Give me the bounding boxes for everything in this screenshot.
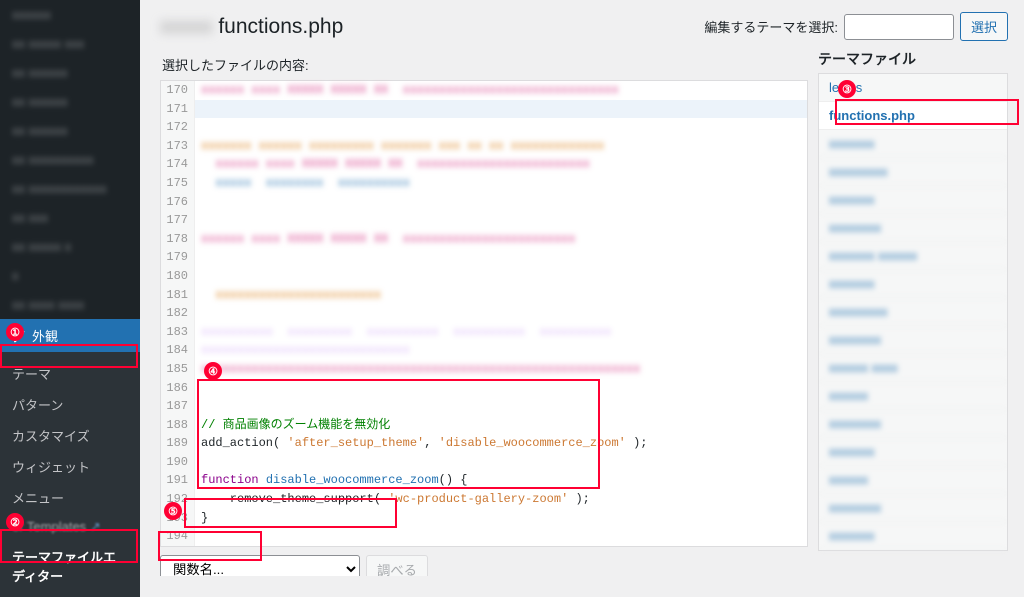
sidebar-item-blurred[interactable]: xx xxxxxx xyxy=(0,116,140,145)
code-line[interactable]: 185xxxxxxxxxxxxxxxxxxxxxxxxxxxxxxxxxxxxx… xyxy=(161,360,807,379)
sidebar-item-appearance[interactable]: 外観 xyxy=(0,319,140,352)
file-item[interactable]: xxxxxxx xyxy=(819,186,1007,214)
theme-files-list: le.cssfunctions.phpxxxxxxxxxxxxxxxxxxxxx… xyxy=(818,73,1008,551)
submenu-menus[interactable]: メニュー xyxy=(0,482,140,513)
code-line[interactable]: 170xxxxxx xxxx XXXXX XXXXX XX xxxxxxxxxx… xyxy=(161,81,807,100)
file-item[interactable]: xxxxxx xyxy=(819,382,1007,410)
function-lookup: 関数名... 調べる xyxy=(160,555,808,576)
code-line[interactable]: 191function disable_woocommerce_zoom() { xyxy=(161,471,807,490)
lookup-button[interactable]: 調べる xyxy=(366,555,428,576)
code-line[interactable]: 180 xyxy=(161,267,807,286)
main-content: xxxxx functions.php 編集するテーマを選択: 選択 選択したフ… xyxy=(140,0,1024,576)
code-line[interactable]: 173xxxxxxx xxxxxx xxxxxxxxx xxxxxxx xxx … xyxy=(161,137,807,156)
file-item[interactable]: xxxxxxx xxxxxx xyxy=(819,242,1007,270)
code-line[interactable]: 178xxxxxx xxxx XXXXX XXXXX XX xxxxxxxxxx… xyxy=(161,230,807,249)
sidebar-item-blurred[interactable]: xx xxxxx x xyxy=(0,232,140,261)
file-item[interactable]: xxxxxxxx xyxy=(819,494,1007,522)
submenu-themes[interactable]: テーマ xyxy=(0,358,140,389)
submenu-widgets[interactable]: ウィジェット xyxy=(0,451,140,482)
theme-files-title: テーマファイル xyxy=(818,49,1008,69)
select-button[interactable]: 選択 xyxy=(960,12,1008,41)
file-item[interactable]: xxxxxxxx xyxy=(819,410,1007,438)
code-line[interactable]: 176 xyxy=(161,193,807,212)
admin-sidebar: xxxxxx xx xxxxx xxx xx xxxxxx xx xxxxxx … xyxy=(0,0,140,576)
code-line[interactable]: 172 xyxy=(161,118,807,137)
theme-select-dropdown[interactable] xyxy=(844,14,954,40)
file-item[interactable]: xxxxxxx xyxy=(819,130,1007,158)
page-title: xxxxx functions.php xyxy=(160,15,343,39)
sidebar-item-blurred[interactable]: xx xxxx xxxx xyxy=(0,290,140,319)
code-line[interactable]: 184xxxxxxxxxxxxxxxxxxxxxxxxxxxxx xyxy=(161,341,807,360)
sidebar-item-label: 外観 xyxy=(32,326,58,345)
code-line[interactable]: 174 xxxxxx xxxx XXXXX XXXXX XX xxxxxxxxx… xyxy=(161,155,807,174)
submenu-customize[interactable]: カスタマイズ xyxy=(0,420,140,451)
page-header: xxxxx functions.php 編集するテーマを選択: 選択 xyxy=(160,12,1008,41)
code-line[interactable]: 190 xyxy=(161,453,807,472)
submenu-patterns[interactable]: パターン xyxy=(0,389,140,420)
file-item[interactable]: xxxxxxxxx xyxy=(819,158,1007,186)
theme-selector: 編集するテーマを選択: 選択 xyxy=(704,12,1008,41)
theme-select-label: 編集するテーマを選択: xyxy=(704,17,838,36)
code-line[interactable]: 194 xyxy=(161,527,807,546)
sidebar-item-blurred[interactable]: xx xxxxxx xyxy=(0,87,140,116)
sidebar-item-blurred[interactable]: xxxxxx xyxy=(0,0,140,29)
code-line[interactable]: 181 xxxxxxxxxxxxxxxxxxxxxxx xyxy=(161,286,807,305)
sidebar-item-blurred[interactable]: xx xxxxxx xyxy=(0,58,140,87)
file-item[interactable]: xxxxxxx xyxy=(819,270,1007,298)
submenu-templates[interactable]: er Templates ↗ xyxy=(0,513,140,541)
code-line[interactable]: 189add_action( 'after_setup_theme', 'dis… xyxy=(161,434,807,453)
code-line[interactable]: 183xxxxxxxxxx xxxxxxxxx xxxxxxxxxx xxxxx… xyxy=(161,323,807,342)
file-item-active[interactable]: functions.php xyxy=(819,102,1007,130)
sidebar-item-blurred[interactable]: x xyxy=(0,261,140,290)
file-item[interactable]: xxxxxxx xyxy=(819,438,1007,466)
function-lookup-select[interactable]: 関数名... xyxy=(160,555,360,576)
file-content-label: 選択したファイルの内容: xyxy=(162,55,808,74)
file-item[interactable]: xxxxxxxxx xyxy=(819,298,1007,326)
file-item[interactable]: xxxxxxx xyxy=(819,522,1007,550)
code-line[interactable]: 193} xyxy=(161,509,807,528)
sidebar-item-blurred[interactable]: xx xxxxxxxxxx xyxy=(0,145,140,174)
sidebar-item-blurred[interactable]: xx xxx xyxy=(0,203,140,232)
code-line[interactable]: 182 xyxy=(161,304,807,323)
code-line[interactable]: 171 xyxy=(161,100,807,119)
sidebar-item-blurred[interactable]: xx xxxxx xxx xyxy=(0,29,140,58)
code-editor[interactable]: 170xxxxxx xxxx XXXXX XXXXX XX xxxxxxxxxx… xyxy=(160,80,808,547)
code-line[interactable]: 186 xyxy=(161,379,807,398)
code-line[interactable]: 175 xxxxx xxxxxxxx xxxxxxxxxx xyxy=(161,174,807,193)
paintbrush-icon xyxy=(12,329,26,343)
code-line[interactable]: 188// 商品画像のズーム機能を無効化 xyxy=(161,416,807,435)
file-item[interactable]: xxxxxxxx xyxy=(819,326,1007,354)
code-line[interactable]: 179 xyxy=(161,248,807,267)
file-item[interactable]: xxxxxxxx xyxy=(819,214,1007,242)
code-line[interactable]: 192 remove_theme_support( 'wc-product-ga… xyxy=(161,490,807,509)
code-line[interactable]: 177 xyxy=(161,211,807,230)
file-item[interactable]: le.css xyxy=(819,74,1007,102)
file-item[interactable]: xxxxxx xxxx xyxy=(819,354,1007,382)
file-item[interactable]: xxxxxx xyxy=(819,466,1007,494)
sidebar-submenu: テーマ パターン カスタマイズ ウィジェット メニュー er Templates… xyxy=(0,352,140,597)
sidebar-item-blurred[interactable]: xx xxxxxxxxxxxx xyxy=(0,174,140,203)
submenu-theme-editor[interactable]: テーマファイルエディター xyxy=(0,541,140,591)
code-line[interactable]: 187 xyxy=(161,397,807,416)
